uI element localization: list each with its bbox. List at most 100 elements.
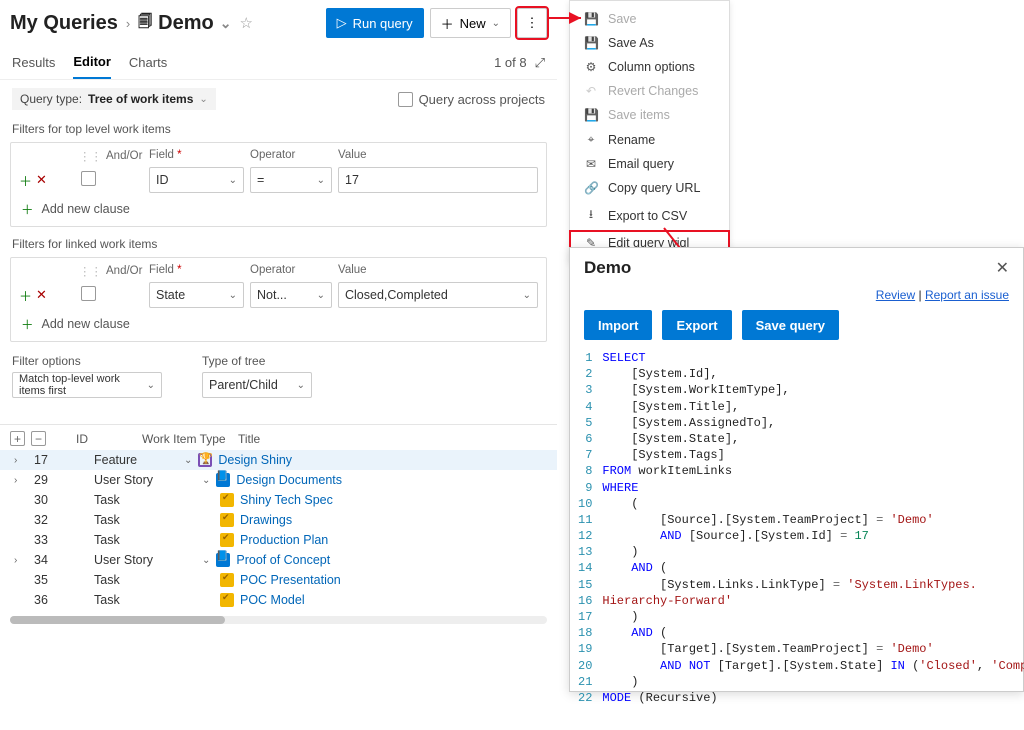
rename-icon: ⌖ (584, 132, 598, 147)
link-icon: 🔗 (584, 181, 598, 195)
remove-clause-icon[interactable]: ✕ (36, 287, 47, 303)
run-query-button[interactable]: ▷ Run query (326, 8, 424, 38)
menu-export-csv[interactable]: ⭳Export to CSV (570, 200, 729, 231)
value-input[interactable]: 17 (338, 167, 538, 193)
operator-select[interactable]: Not...⌄ (250, 282, 332, 308)
report-issue-link[interactable]: Report an issue (925, 288, 1009, 302)
feat-icon (198, 453, 212, 467)
wiql-title: Demo (584, 258, 631, 278)
row-title-link[interactable]: Design Shiny (218, 453, 292, 467)
breadcrumb-page[interactable]: 🗐 Demo ⌄ (138, 11, 231, 35)
field-select[interactable]: ID⌄ (149, 167, 244, 193)
menu-label: Copy query URL (608, 181, 700, 195)
columns-icon: ⚙ (584, 60, 598, 74)
col-val-label: Value (338, 264, 538, 278)
add-clause-icon[interactable]: ＋ (19, 171, 32, 190)
row-id: 36 (34, 593, 94, 607)
close-icon[interactable]: ✕ (996, 258, 1009, 278)
menu-rename[interactable]: ⌖Rename (570, 127, 729, 152)
table-row[interactable]: 30TaskShiny Tech Spec (0, 490, 557, 510)
expand-icon[interactable]: ⤢ (535, 55, 545, 71)
table-row[interactable]: 36TaskPOC Model (0, 590, 557, 610)
table-row[interactable]: 32TaskDrawings (0, 510, 557, 530)
tab-editor[interactable]: Editor (73, 46, 111, 79)
row-id: 30 (34, 493, 94, 507)
save-query-button[interactable]: Save query (742, 310, 839, 340)
breadcrumb: My Queries › 🗐 Demo ⌄ ☆ ▷ Run query ＋ Ne… (0, 0, 557, 46)
row-id: 32 (34, 513, 94, 527)
col-wit-label[interactable]: Work Item Type (142, 432, 232, 446)
horizontal-scrollbar[interactable] (10, 616, 547, 624)
row-caret-icon[interactable]: › (10, 475, 34, 486)
filter-options-select[interactable]: Match top-level work items first⌄ (12, 372, 162, 398)
row-title-link[interactable]: POC Presentation (240, 573, 341, 587)
chevron-down-icon[interactable]: ⌄ (202, 475, 210, 486)
clause-checkbox[interactable] (81, 286, 96, 301)
query-across-checkbox[interactable] (398, 92, 413, 107)
row-caret-icon[interactable]: › (10, 555, 34, 566)
breadcrumb-root[interactable]: My Queries (10, 12, 118, 35)
remove-clause-icon[interactable]: ✕ (36, 172, 47, 188)
row-title-link[interactable]: Shiny Tech Spec (240, 493, 333, 507)
col-op-label: Operator (250, 149, 332, 163)
table-row[interactable]: ›29User Story⌄Design Documents (0, 470, 557, 490)
row-wit: Task (94, 533, 184, 547)
row-title-link[interactable]: POC Model (240, 593, 305, 607)
filters-linked-card: ⋮⋮And/Or Field Operator Value ＋ ✕ State⌄… (10, 257, 547, 342)
more-actions-button[interactable]: ⋮ (517, 8, 547, 38)
grip-icon: ⋮⋮ (79, 149, 102, 163)
expand-all-icon[interactable]: + (10, 431, 25, 446)
col-id-label[interactable]: ID (76, 432, 136, 446)
row-title-link[interactable]: Proof of Concept (236, 553, 330, 567)
tab-charts[interactable]: Charts (129, 47, 167, 78)
menu-copy-url[interactable]: 🔗 Copy query URL (570, 176, 729, 200)
import-button[interactable]: Import (584, 310, 652, 340)
table-row[interactable]: 35TaskPOC Presentation (0, 570, 557, 590)
field-select[interactable]: State⌄ (149, 282, 244, 308)
favorite-star-icon[interactable]: ☆ (239, 14, 252, 32)
row-title-link[interactable]: Design Documents (236, 473, 342, 487)
row-id: 17 (34, 453, 94, 467)
query-title-icon: 🗐 (138, 11, 152, 35)
add-new-clause-button[interactable]: ＋ Add new clause (15, 310, 542, 337)
tab-results[interactable]: Results (12, 47, 55, 78)
chevron-down-icon: ⌄ (492, 18, 500, 29)
row-title-link[interactable]: Production Plan (240, 533, 328, 547)
scrollbar-thumb[interactable] (10, 616, 225, 624)
value-input[interactable]: Closed,Completed⌄ (338, 282, 538, 308)
wiql-code-editor[interactable]: 12345678910111213141516171819202122 SELE… (570, 350, 1023, 730)
review-link[interactable]: Review (876, 288, 915, 302)
query-type-selector[interactable]: Query type: Tree of work items ⌄ (12, 88, 216, 110)
task-icon (220, 533, 234, 547)
row-wit: User Story (94, 553, 184, 567)
collapse-all-icon[interactable]: − (31, 431, 46, 446)
col-title-label[interactable]: Title (238, 432, 547, 446)
chevron-right-icon: › (126, 16, 130, 31)
new-button[interactable]: ＋ New ⌄ (430, 8, 511, 38)
add-clause-label: Add new clause (42, 202, 130, 216)
add-clause-icon[interactable]: ＋ (19, 286, 32, 305)
menu-label: Email query (608, 157, 674, 171)
operator-select[interactable]: =⌄ (250, 167, 332, 193)
plus-icon: ＋ (21, 314, 34, 333)
table-row[interactable]: ›34User Story⌄Proof of Concept (0, 550, 557, 570)
chevron-down-icon[interactable]: ⌄ (220, 15, 232, 32)
filters-top-label: Filters for top level work items (0, 120, 557, 138)
results-body: ›17Feature⌄Design Shiny›29User Story⌄Des… (0, 450, 557, 610)
clause-checkbox[interactable] (81, 171, 96, 186)
tree-type-select[interactable]: Parent/Child⌄ (202, 372, 312, 398)
menu-column-options[interactable]: ⚙Column options (570, 55, 729, 79)
filter-options-value: Match top-level work items first (19, 373, 147, 397)
export-button[interactable]: Export (662, 310, 731, 340)
plus-icon: ＋ (441, 14, 454, 33)
chevron-down-icon[interactable]: ⌄ (184, 455, 192, 466)
table-row[interactable]: ›17Feature⌄Design Shiny (0, 450, 557, 470)
menu-email[interactable]: ✉Email query (570, 152, 729, 176)
row-caret-icon[interactable]: › (10, 455, 34, 466)
table-row[interactable]: 33TaskProduction Plan (0, 530, 557, 550)
add-new-clause-button[interactable]: ＋ Add new clause (15, 195, 542, 222)
menu-save-as[interactable]: 💾Save As (570, 31, 729, 55)
chevron-down-icon[interactable]: ⌄ (202, 555, 210, 566)
row-title-link[interactable]: Drawings (240, 513, 292, 527)
menu-save-items: 💾Save items (570, 103, 729, 127)
